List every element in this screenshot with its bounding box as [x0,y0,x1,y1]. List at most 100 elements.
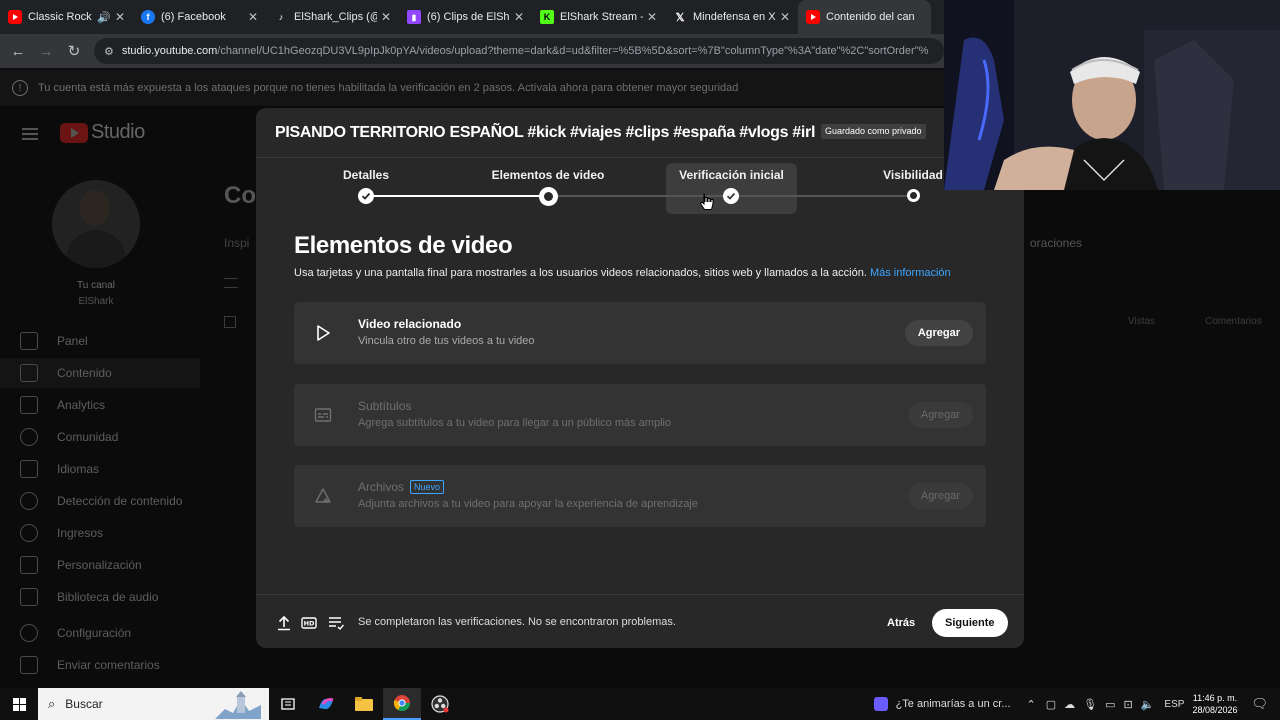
step-elementos-label[interactable]: Elementos de video [478,168,618,182]
tray-icon[interactable]: ▢ [1046,698,1056,711]
add-subtitles-button[interactable]: Agregar [907,402,973,428]
language-indicator[interactable]: ESP [1164,699,1184,710]
sidebar-item-deteccion[interactable]: Detección de contenido [0,486,200,516]
reload-icon[interactable]: ↻ [60,42,88,60]
step-done-check-icon[interactable] [723,188,739,204]
step-pending-icon[interactable] [907,189,920,202]
dialog-header: PISANDO TERRITORIO ESPAÑOL #kick #viajes… [256,108,1024,158]
browser-tab-studio[interactable]: Contenido del can [798,0,931,34]
next-button[interactable]: Siguiente [932,609,1008,637]
sidebar-item-configuracion[interactable]: Configuración [0,618,200,648]
column-header-views: Vistas [1128,316,1156,327]
hd-icon[interactable]: HD [301,615,317,631]
sidebar-item-idiomas[interactable]: Idiomas [0,454,200,484]
chrome-taskbar-icon[interactable] [383,688,421,720]
upload-dialog: PISANDO TERRITORIO ESPAÑOL #kick #viajes… [256,108,1024,648]
sidebar-item-label: Contenido [57,366,112,380]
sidebar-item-analytics[interactable]: Analytics [0,390,200,420]
browser-tab-twitch[interactable]: ▮ (6) Clips de ElShar ✕ [399,0,532,34]
svg-text:HD: HD [304,620,315,628]
file-explorer-icon[interactable] [345,688,383,720]
close-icon[interactable]: ✕ [381,10,391,24]
step-verificacion-label[interactable]: Verificación inicial [666,168,797,182]
back-arrow-icon[interactable]: ← [4,43,32,60]
step-detalles-label[interactable]: Detalles [316,168,416,182]
cloud-icon[interactable]: ☁ [1064,698,1075,711]
browser-tab-tiktok[interactable]: ♪ ElShark_Clips (@ ✕ [266,0,399,34]
add-files-button[interactable]: Agregar [907,483,973,509]
upload-icon[interactable] [276,615,292,631]
browser-tab-kick[interactable]: K ElShark Stream - V ✕ [532,0,665,34]
sidebar-item-label: Configuración [57,626,132,640]
card-title-text: Archivos [358,480,405,494]
copilot-icon[interactable] [307,688,345,720]
close-icon[interactable]: ✕ [115,10,125,24]
twitch-icon: ▮ [407,10,421,24]
forward-arrow-icon[interactable]: → [32,43,60,60]
site-info-icon[interactable]: ⚙ [104,45,114,58]
channel-avatar[interactable] [52,180,140,268]
sidebar-item-ingresos[interactable]: Ingresos [0,518,200,548]
notification-app-icon[interactable] [873,697,888,711]
studio-sidebar: Studio Tu canal ElShark Panel Contenido … [0,106,200,688]
display-icon[interactable]: ▭ [1105,698,1115,711]
tray-notification-text[interactable]: ¿Te animarías a un cr... [896,698,1011,710]
step-done-check-icon[interactable] [358,188,374,204]
back-button[interactable]: Atrás [874,609,928,637]
card-files: Archivos Nuevo Adjunta archivos a tu vide… [294,465,986,527]
close-icon[interactable]: ✕ [780,10,790,24]
select-all-checkbox[interactable] [224,316,236,328]
url-field[interactable]: ⚙ studio.youtube.com/channel/UC1hGeozqDU… [94,38,944,64]
play-icon [317,325,330,341]
sidebar-item-contenido[interactable]: Contenido [0,358,200,388]
taskbar-search[interactable]: ⌕ Buscar [38,688,269,720]
hand-cursor-icon [699,193,714,210]
browser-tab-x[interactable]: 𝕏 Mindefensa en X ✕ [665,0,798,34]
sidebar-item-panel[interactable]: Panel [0,326,200,356]
system-tray: ¿Te animarías a un cr... ⌃ ▢ ☁ 🎙 ▭ ⊡ 🔈 E… [873,688,1280,720]
studio-logo-text: Studio [91,121,145,143]
filter-icon[interactable] [224,278,238,288]
sidebar-item-personalizacion[interactable]: Personalización [0,550,200,580]
chevron-up-icon[interactable]: ⌃ [1027,698,1036,711]
clock[interactable]: 11:46 p. m. 28/08/2026 [1192,692,1237,716]
learn-more-link[interactable]: Más información [870,267,951,279]
sidebar-item-comunidad[interactable]: Comunidad [0,422,200,452]
close-icon[interactable]: ✕ [647,10,657,24]
task-view-icon[interactable] [269,688,307,720]
menu-icon[interactable] [22,128,38,140]
speaker-icon[interactable]: 🔈 [1141,698,1155,711]
copyright-icon [20,492,38,510]
kick-icon: K [540,10,554,24]
url-path: /channel/UC1hGeozqDU3VL9pIpJk0pYA/videos… [217,45,929,57]
audio-library-icon [20,588,38,606]
tab-inspiration[interactable]: Inspi [224,236,249,250]
close-icon[interactable]: ✕ [514,10,524,24]
obs-icon[interactable] [421,688,459,720]
browser-tab-classic-rock[interactable]: Classic Rock S 🔊 ✕ [0,0,133,34]
card-related-video[interactable]: Video relacionado Vincula otro de tus vi… [294,302,986,364]
card-description: Agrega subtítulos a tu video para llegar… [358,417,672,429]
start-button[interactable] [0,688,38,720]
checks-list-icon[interactable] [328,615,344,631]
content-icon [20,364,38,382]
browser-tab-facebook[interactable]: f (6) Facebook ✕ [133,0,266,34]
speaker-icon[interactable]: 🔊 [97,11,111,24]
notifications-icon[interactable]: 🗨 [1251,696,1268,712]
card-subtitles: Subtítulos Agrega subtítulos a tu video … [294,384,986,446]
network-icon[interactable]: ⊡ [1124,698,1133,711]
tab-collaborations[interactable]: oraciones [1030,236,1082,250]
analytics-icon [20,396,38,414]
subtitles-icon [20,460,38,478]
close-icon[interactable]: ✕ [248,10,258,24]
sidebar-item-audio[interactable]: Biblioteca de audio [0,582,200,612]
youtube-studio-logo[interactable]: Studio [60,121,145,144]
warning-icon: ! [12,80,28,96]
sidebar-item-feedback[interactable]: Enviar comentarios [0,650,200,680]
microphone-icon[interactable]: 🎙 [1083,698,1097,711]
section-description: Usa tarjetas y una pantalla final para m… [294,267,951,279]
step-current-icon[interactable] [539,187,558,206]
add-related-video-button[interactable]: Agregar [904,320,973,346]
youtube-logo-icon [60,122,88,143]
sidebar-item-label: Enviar comentarios [57,658,160,672]
